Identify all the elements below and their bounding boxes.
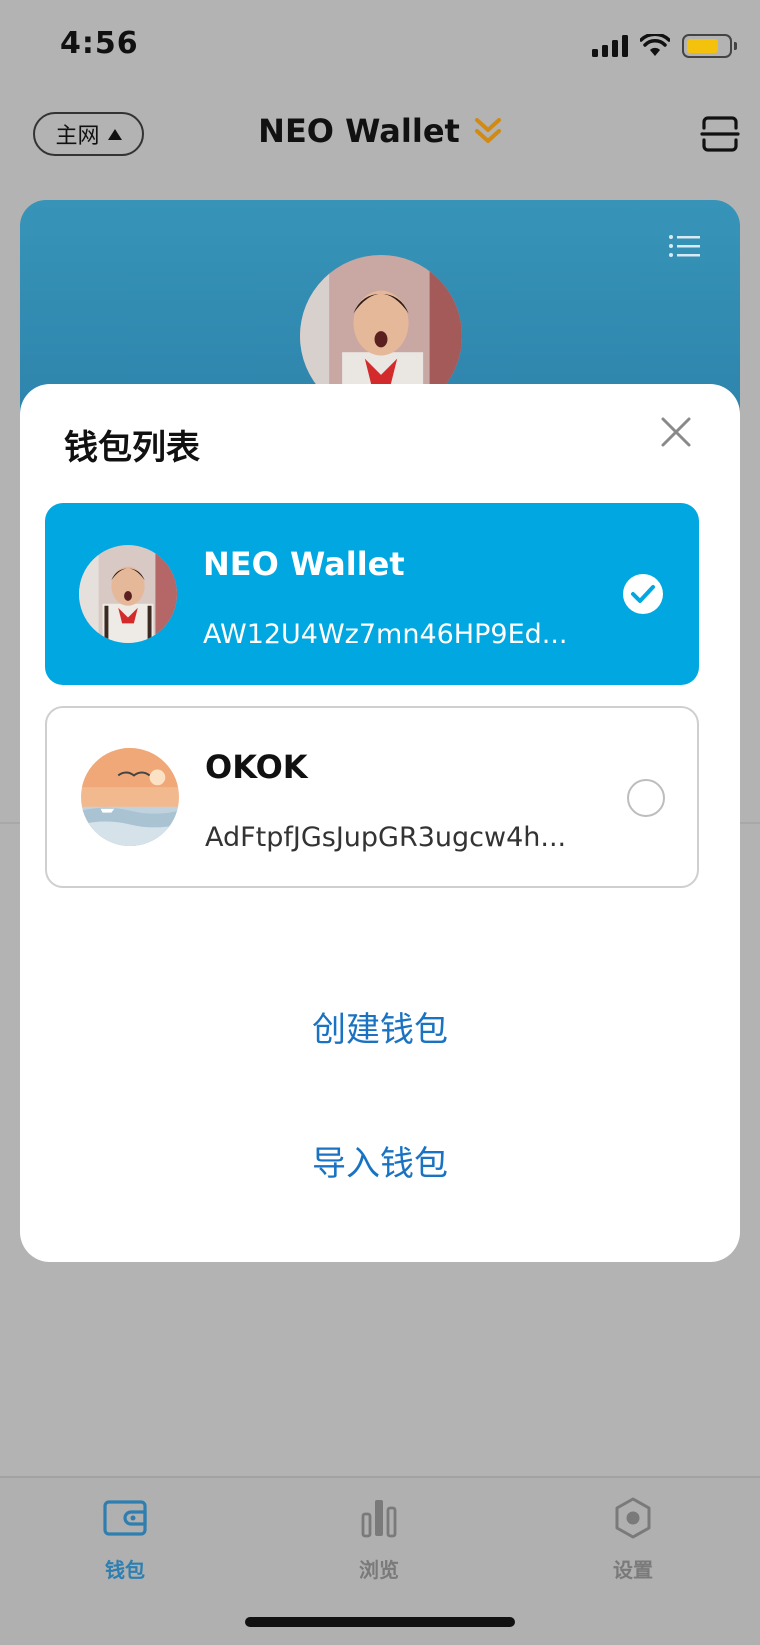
tab-wallet[interactable]: 钱包 (65, 1496, 185, 1583)
double-chevron-down-icon (474, 118, 501, 143)
wallet-item-okok[interactable]: OKOK AdFtpfJGsJupGR3ugcw4h... (45, 706, 699, 888)
wallet-address: AdFtpfJGsJupGR3ugcw4h... (205, 822, 567, 853)
tab-settings[interactable]: 设置 (573, 1496, 693, 1583)
tab-label: 钱包 (105, 1558, 145, 1582)
status-bar: 4:56 (0, 0, 760, 96)
nav-bar: 主网 NEO Wallet (0, 100, 760, 170)
tab-browse[interactable]: 浏览 (319, 1496, 439, 1583)
gear-icon (615, 1497, 651, 1539)
wallet-icon (103, 1500, 147, 1536)
home-indicator (245, 1617, 515, 1627)
wifi-icon (640, 34, 670, 56)
bar-chart-icon (361, 1500, 397, 1538)
wallet-list-sheet: 钱包列表 NEO Wallet AW12U4Wz7mn46HP9Ed... OK… (20, 384, 740, 1262)
wallet-name: OKOK (205, 748, 308, 786)
wallet-name: NEO Wallet (203, 545, 405, 583)
battery-icon (682, 34, 737, 58)
list-icon[interactable] (668, 234, 700, 258)
tab-label: 设置 (613, 1558, 653, 1582)
close-icon[interactable] (658, 414, 694, 450)
create-wallet-button[interactable]: 创建钱包 (20, 1002, 740, 1051)
tab-label: 浏览 (359, 1558, 399, 1582)
radio-unselected-icon[interactable] (627, 779, 665, 817)
import-wallet-button[interactable]: 导入钱包 (20, 1136, 740, 1185)
radio-selected-icon[interactable] (623, 574, 663, 614)
avatar (79, 545, 177, 643)
check-icon (631, 585, 655, 603)
wallet-address: AW12U4Wz7mn46HP9Ed... (203, 619, 568, 650)
wallet-switcher[interactable]: NEO Wallet (0, 112, 760, 150)
avatar (81, 748, 179, 846)
cellular-signal-icon (592, 35, 628, 57)
status-icons (592, 34, 737, 58)
wallet-item-neo-wallet[interactable]: NEO Wallet AW12U4Wz7mn46HP9Ed... (45, 503, 699, 685)
sheet-title: 钱包列表 (64, 428, 200, 468)
status-time: 4:56 (60, 26, 139, 61)
page-title: NEO Wallet (258, 112, 460, 150)
scan-icon[interactable] (700, 114, 740, 154)
